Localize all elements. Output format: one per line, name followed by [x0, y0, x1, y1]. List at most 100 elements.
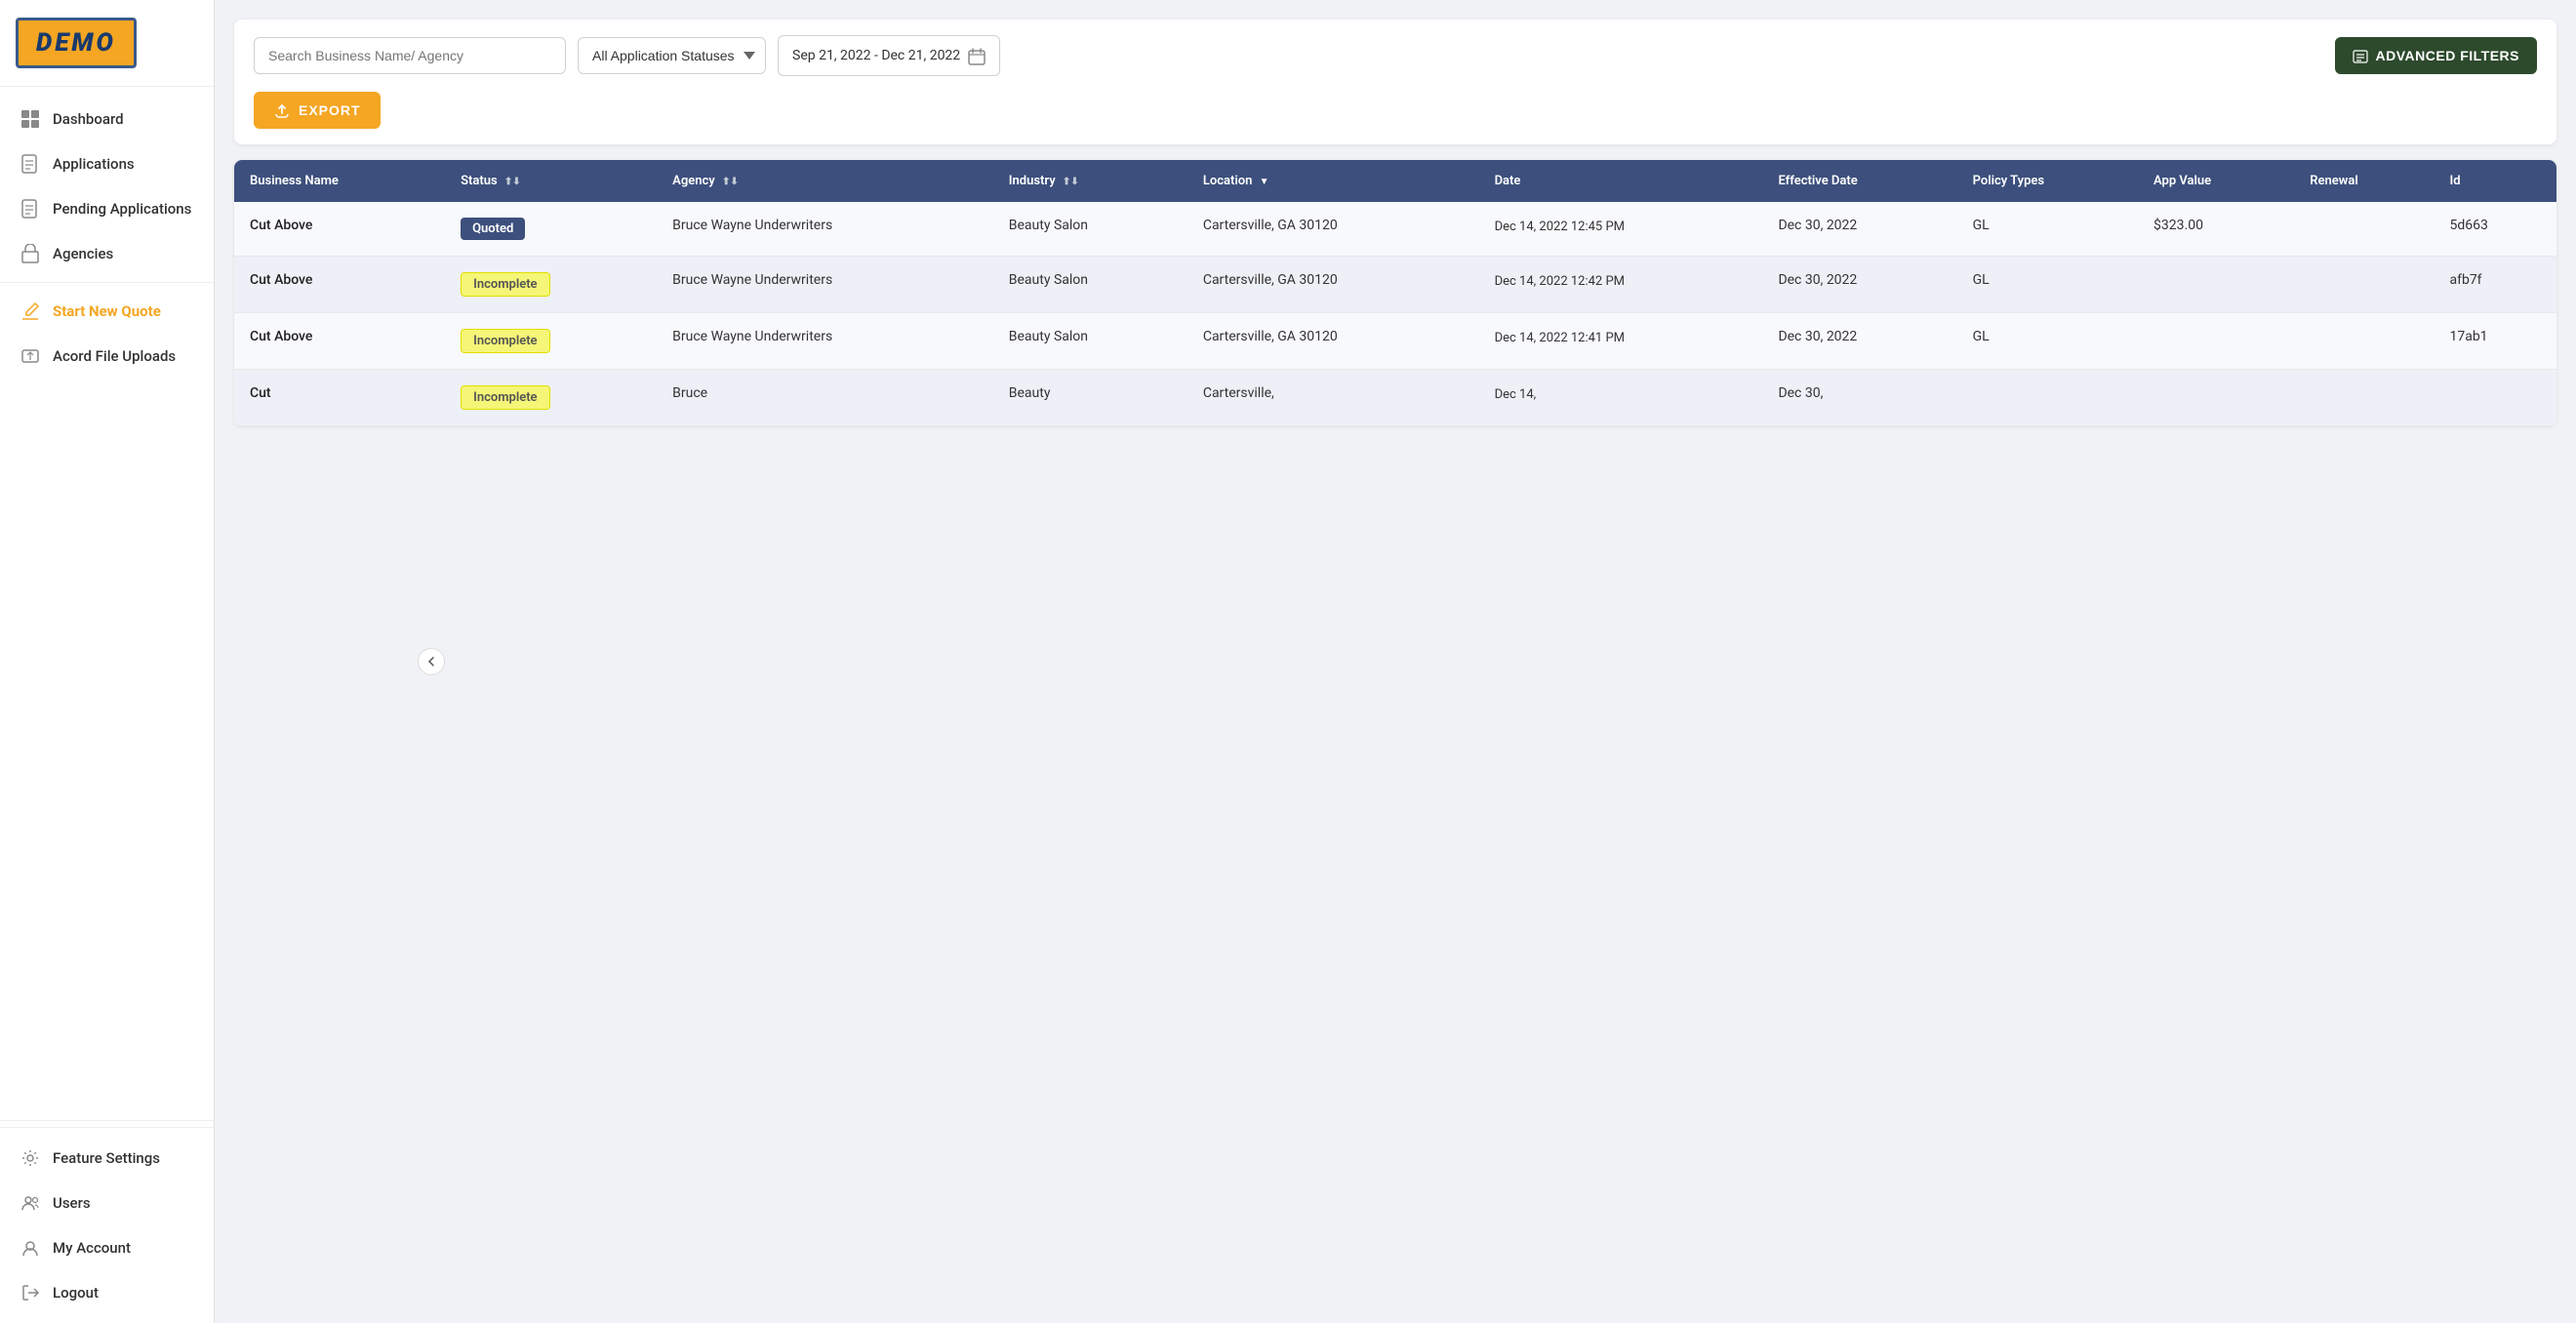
- sidebar-item-feature-settings[interactable]: Feature Settings: [0, 1136, 214, 1181]
- cell-policy-types: GL: [1957, 257, 2138, 313]
- logout-icon: [20, 1282, 41, 1303]
- date-range-picker[interactable]: Sep 21, 2022 - Dec 21, 2022: [778, 35, 1000, 76]
- col-date[interactable]: Date: [1479, 160, 1763, 202]
- cloud-upload-icon: [273, 101, 291, 119]
- table-row[interactable]: Cut Above Incomplete Bruce Wayne Underwr…: [234, 257, 2556, 313]
- cell-id: 17ab1: [2434, 313, 2556, 370]
- date-range-value: Sep 21, 2022 - Dec 21, 2022: [792, 48, 960, 63]
- account-icon: [20, 1237, 41, 1259]
- sidebar-item-pending-applications[interactable]: Pending Applications: [0, 186, 214, 231]
- cell-business-name: Cut Above: [234, 257, 445, 313]
- bottom-nav: Feature Settings Users My Ac: [0, 1127, 214, 1323]
- sidebar-item-label: Logout: [53, 1284, 99, 1302]
- sidebar-item-logout[interactable]: Logout: [0, 1270, 214, 1315]
- cell-renewal: [2294, 202, 2434, 257]
- sidebar-item-users[interactable]: Users: [0, 1181, 214, 1225]
- agencies-icon: [20, 243, 41, 264]
- cell-location: Cartersville, GA 30120: [1187, 202, 1479, 257]
- sidebar-item-label: Start New Quote: [53, 302, 161, 320]
- sidebar-item-start-new-quote[interactable]: Start New Quote: [0, 289, 214, 334]
- cell-effective-date: Dec 30,: [1762, 370, 1956, 426]
- cell-status: Incomplete: [445, 370, 657, 426]
- search-input[interactable]: [254, 37, 566, 74]
- sort-icon: ⬆⬇: [1063, 177, 1079, 187]
- sidebar-item-label: Applications: [53, 155, 135, 173]
- sidebar-item-acord-file-uploads[interactable]: Acord File Uploads: [0, 334, 214, 379]
- advanced-filters-button[interactable]: ADVANCED FILTERS: [2335, 37, 2537, 73]
- main-content: All Application StatusesQuotedIncomplete…: [215, 0, 2576, 1323]
- col-status[interactable]: Status ⬆⬇: [445, 160, 657, 202]
- dashboard-icon: [20, 108, 41, 130]
- table-row[interactable]: Cut Above Incomplete Bruce Wayne Underwr…: [234, 313, 2556, 370]
- sidebar-item-dashboard[interactable]: Dashboard: [0, 97, 214, 141]
- users-icon: [20, 1192, 41, 1214]
- cell-location: Cartersville,: [1187, 370, 1479, 426]
- sort-icon: ⬆⬇: [722, 177, 739, 187]
- status-select[interactable]: All Application StatusesQuotedIncomplete…: [578, 37, 766, 74]
- cell-location: Cartersville, GA 30120: [1187, 257, 1479, 313]
- cell-policy-types: GL: [1957, 313, 2138, 370]
- cell-id: 5d663: [2434, 202, 2556, 257]
- applications-table: Business Name Status ⬆⬇ Agency ⬆⬇ Indust…: [234, 160, 2556, 426]
- sidebar-item-label: Feature Settings: [53, 1149, 160, 1167]
- cell-agency: Bruce Wayne Underwriters: [657, 257, 993, 313]
- collapse-sidebar-button[interactable]: [418, 648, 445, 675]
- logo-area: DEMO: [0, 0, 214, 87]
- col-renewal[interactable]: Renewal: [2294, 160, 2434, 202]
- table-row[interactable]: Cut Incomplete Bruce Beauty Cartersville…: [234, 370, 2556, 426]
- table-row[interactable]: Cut Above Quoted Bruce Wayne Underwriter…: [234, 202, 2556, 257]
- cell-industry: Beauty: [993, 370, 1187, 426]
- export-button[interactable]: EXPORT: [254, 92, 381, 129]
- table-header: Business Name Status ⬆⬇ Agency ⬆⬇ Indust…: [234, 160, 2556, 202]
- table-body: Cut Above Quoted Bruce Wayne Underwriter…: [234, 202, 2556, 426]
- nav-divider: [0, 282, 214, 283]
- col-agency[interactable]: Agency ⬆⬇: [657, 160, 993, 202]
- advanced-filters-label: ADVANCED FILTERS: [2376, 48, 2519, 63]
- cell-date: Dec 14, 2022 12:45 PM: [1479, 202, 1763, 257]
- cell-business-name: Cut Above: [234, 313, 445, 370]
- cell-industry: Beauty Salon: [993, 202, 1187, 257]
- col-app-value[interactable]: App Value: [2138, 160, 2294, 202]
- filter-bar: All Application StatusesQuotedIncomplete…: [234, 20, 2556, 144]
- sidebar-item-label: Pending Applications: [53, 200, 191, 218]
- quote-icon: [20, 301, 41, 322]
- cell-business-name: Cut: [234, 370, 445, 426]
- col-effective-date[interactable]: Effective Date: [1762, 160, 1956, 202]
- col-policy-types[interactable]: Policy Types: [1957, 160, 2138, 202]
- col-business-name[interactable]: Business Name: [234, 160, 445, 202]
- cell-status: Quoted: [445, 202, 657, 257]
- applications-icon: [20, 153, 41, 175]
- sort-icon: ⬆⬇: [504, 177, 521, 187]
- cell-status: Incomplete: [445, 313, 657, 370]
- cell-id: [2434, 370, 2556, 426]
- cell-effective-date: Dec 30, 2022: [1762, 202, 1956, 257]
- sort-icon-active: ▼: [1260, 177, 1269, 187]
- cell-agency: Bruce: [657, 370, 993, 426]
- calendar-icon: [968, 46, 986, 65]
- cell-renewal: [2294, 313, 2434, 370]
- col-id[interactable]: Id: [2434, 160, 2556, 202]
- table: Business Name Status ⬆⬇ Agency ⬆⬇ Indust…: [234, 160, 2556, 426]
- col-location[interactable]: Location ▼: [1187, 160, 1479, 202]
- sidebar-item-agencies[interactable]: Agencies: [0, 231, 214, 276]
- cell-app-value: [2138, 370, 2294, 426]
- cell-renewal: [2294, 257, 2434, 313]
- sidebar-item-my-account[interactable]: My Account: [0, 1225, 214, 1270]
- pending-icon: [20, 198, 41, 220]
- sidebar-item-label: Users: [53, 1194, 91, 1212]
- nav-divider-bottom: [0, 1120, 214, 1121]
- sidebar-item-applications[interactable]: Applications: [0, 141, 214, 186]
- sidebar-item-label: Dashboard: [53, 110, 124, 128]
- cell-agency: Bruce Wayne Underwriters: [657, 202, 993, 257]
- export-label: EXPORT: [299, 102, 361, 118]
- cell-effective-date: Dec 30, 2022: [1762, 257, 1956, 313]
- filter-list-icon: [2353, 47, 2368, 63]
- cell-status: Incomplete: [445, 257, 657, 313]
- sidebar-item-label: Acord File Uploads: [53, 347, 176, 365]
- col-industry[interactable]: Industry ⬆⬇: [993, 160, 1187, 202]
- sidebar: DEMO Dashboard: [0, 0, 215, 1323]
- cell-location: Cartersville, GA 30120: [1187, 313, 1479, 370]
- cell-app-value: [2138, 257, 2294, 313]
- cell-date: Dec 14, 2022 12:41 PM: [1479, 313, 1763, 370]
- cell-date: Dec 14,: [1479, 370, 1763, 426]
